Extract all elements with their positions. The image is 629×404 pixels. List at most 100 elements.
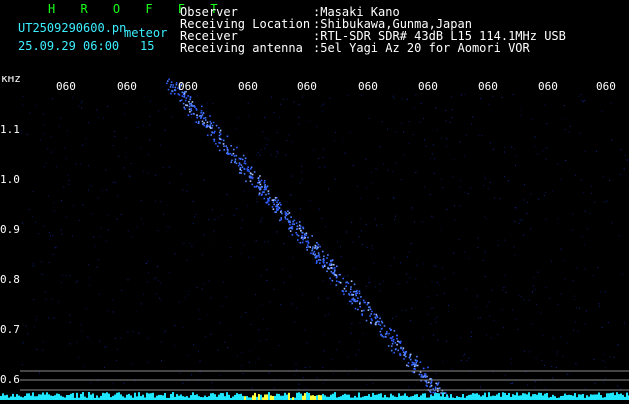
trace-dot bbox=[306, 247, 308, 249]
noise-dot bbox=[299, 104, 300, 105]
noise-dot bbox=[208, 219, 209, 220]
trace-dot bbox=[381, 328, 383, 330]
noise-dot bbox=[356, 369, 357, 370]
noise-dot bbox=[372, 245, 373, 246]
trace-dot bbox=[172, 84, 174, 86]
noise-dot bbox=[394, 219, 395, 220]
trace-dot bbox=[369, 315, 371, 317]
noise-dot bbox=[574, 296, 575, 297]
noise-dot bbox=[199, 309, 200, 310]
noise-dot bbox=[325, 315, 326, 316]
spectrum-column bbox=[242, 396, 244, 400]
trace-dot bbox=[355, 291, 357, 293]
trace-dot bbox=[338, 281, 340, 283]
noise-dot bbox=[82, 145, 83, 146]
noise-dot bbox=[606, 201, 607, 202]
spectrum-column bbox=[492, 396, 494, 400]
trace-dot bbox=[225, 145, 227, 147]
noise-dot bbox=[203, 180, 204, 181]
noise-dot bbox=[337, 242, 338, 243]
noise-dot bbox=[62, 275, 63, 276]
spectrum-column bbox=[508, 393, 510, 400]
noise-dot bbox=[150, 101, 151, 102]
trace-dot bbox=[275, 200, 277, 202]
trace-dot bbox=[402, 349, 404, 351]
spectrum-column bbox=[128, 394, 130, 400]
noise-dot bbox=[372, 383, 373, 384]
noise-dot bbox=[263, 319, 264, 320]
trace-dot bbox=[293, 223, 295, 225]
spectrum-column bbox=[76, 393, 78, 400]
trace-dot bbox=[327, 254, 329, 256]
noise-dot bbox=[318, 298, 319, 299]
trace-dot bbox=[202, 114, 204, 116]
spectrum-column bbox=[300, 394, 302, 400]
noise-dot bbox=[274, 112, 275, 113]
x-tick-label: 060 bbox=[238, 80, 258, 93]
noise-dot bbox=[199, 319, 200, 320]
noise-dot bbox=[523, 235, 524, 236]
spectrum-column bbox=[368, 394, 370, 400]
noise-dot bbox=[161, 360, 162, 361]
noise-dot bbox=[617, 386, 618, 387]
trace-dot bbox=[406, 365, 408, 367]
trace-dot bbox=[385, 336, 387, 338]
trace-dot bbox=[239, 163, 241, 165]
spectrum-column bbox=[218, 395, 220, 400]
noise-dot bbox=[269, 373, 270, 374]
trace-dot bbox=[207, 122, 209, 124]
y-tick-label: 0.9 bbox=[0, 223, 20, 236]
noise-dot bbox=[402, 310, 403, 311]
spectrum-column bbox=[594, 395, 596, 401]
trace-dot bbox=[350, 286, 352, 288]
noise-dot bbox=[251, 324, 252, 325]
noise-dot bbox=[121, 214, 122, 215]
spectrum-column bbox=[344, 394, 346, 400]
noise-dot bbox=[42, 350, 43, 351]
noise-dot bbox=[545, 148, 546, 149]
noise-dot bbox=[515, 319, 516, 320]
noise-dot bbox=[451, 117, 452, 118]
trace-dot bbox=[302, 242, 304, 244]
trace-dot bbox=[199, 115, 201, 117]
spectrum-column bbox=[228, 395, 230, 400]
noise-dot bbox=[620, 388, 621, 389]
noise-dot bbox=[409, 277, 410, 278]
noise-dot bbox=[603, 382, 604, 383]
noise-dot bbox=[296, 363, 297, 364]
noise-dot bbox=[103, 118, 104, 119]
noise-dot bbox=[369, 118, 370, 119]
noise-dot bbox=[81, 101, 82, 102]
noise-dot bbox=[299, 384, 300, 385]
noise-dot bbox=[264, 242, 265, 243]
trace-dot bbox=[331, 271, 333, 273]
noise-dot bbox=[117, 349, 118, 350]
trace-dot bbox=[437, 383, 439, 385]
noise-dot bbox=[146, 263, 147, 264]
noise-dot bbox=[561, 249, 562, 250]
noise-dot bbox=[328, 314, 329, 315]
spectrum-column bbox=[566, 395, 568, 400]
trace-dot bbox=[322, 267, 324, 269]
noise-dot bbox=[85, 138, 86, 139]
noise-dot bbox=[464, 252, 465, 253]
trace-dot bbox=[336, 284, 338, 286]
noise-dot bbox=[187, 260, 188, 261]
noise-dot bbox=[387, 129, 388, 130]
noise-dot bbox=[249, 362, 250, 363]
noise-dot bbox=[32, 266, 33, 267]
noise-dot bbox=[365, 159, 366, 160]
trace-dot bbox=[279, 207, 281, 209]
noise-dot bbox=[150, 116, 151, 117]
spectrum-column bbox=[468, 395, 470, 400]
trace-dot bbox=[227, 153, 229, 155]
noise-dot bbox=[180, 373, 181, 374]
noise-dot bbox=[34, 265, 35, 266]
trace-dot bbox=[276, 204, 278, 206]
trace-dot bbox=[298, 235, 300, 237]
trace-dot bbox=[209, 115, 211, 117]
noise-dot bbox=[581, 94, 582, 95]
trace-dot bbox=[351, 294, 353, 296]
noise-dot bbox=[193, 344, 194, 345]
trace-dot bbox=[376, 314, 378, 316]
